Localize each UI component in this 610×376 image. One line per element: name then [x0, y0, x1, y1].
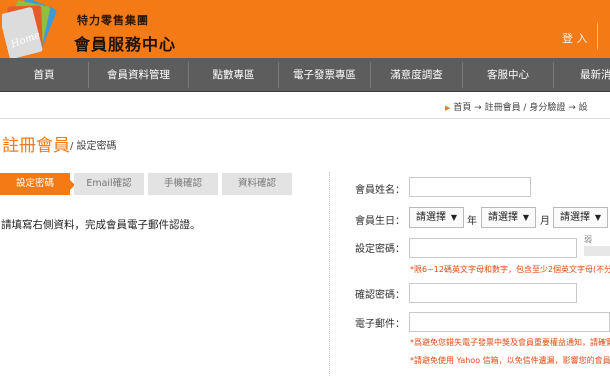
page-subtitle: / 設定密碼 — [70, 141, 117, 152]
birth-month-select[interactable]: 請選擇 ▼ — [481, 207, 536, 228]
password-label: 設定密碼： — [355, 244, 405, 255]
password-strength-label: 弱 — [584, 235, 592, 244]
confirm-password-input[interactable] — [409, 283, 577, 303]
nav-item-survey[interactable]: 滿意度調查 — [371, 58, 462, 92]
member-cards-logo[interactable]: Home — [2, 0, 68, 58]
email-hint-yahoo: *請避免使用 Yahoo 信箱，以免信件遺漏，影響您的會員權 — [410, 356, 610, 365]
birth-day-select[interactable]: 請選擇 ▼ — [553, 207, 608, 228]
nav-item-news[interactable]: 最新消 — [554, 58, 610, 92]
site-header: Home 特力零售集團 會員服務中心 登 入 — [0, 0, 610, 58]
step-phone-confirm: 手機確認 — [148, 173, 218, 195]
birthday-label: 會員生日： — [355, 216, 405, 227]
birth-day-value: 請選擇 — [560, 212, 590, 223]
page-title: 註冊會員 — [2, 136, 70, 156]
chevron-down-icon: ▼ — [450, 213, 457, 222]
birth-month-value: 請選擇 — [488, 212, 518, 223]
nav-item-home[interactable]: 首頁 — [0, 58, 88, 92]
name-input[interactable] — [409, 177, 531, 197]
header-divider — [597, 22, 598, 50]
password-input[interactable] — [409, 238, 577, 258]
name-label: 會員姓名： — [355, 185, 405, 196]
login-link[interactable]: 登 入 — [562, 30, 588, 46]
email-hint-notify: *爲避免您錯失電子發票中獎及會員重要權益通知，請確實 — [410, 338, 610, 347]
birth-year-select[interactable]: 請選擇 ▼ — [409, 207, 464, 228]
nav-item-points[interactable]: 點數專區 — [189, 58, 278, 92]
breadcrumb-separator: → — [568, 103, 579, 113]
nav-item-einvoice[interactable]: 電子發票專區 — [279, 58, 370, 92]
month-unit: 月 — [540, 216, 550, 227]
breadcrumb-home[interactable]: 首頁 — [453, 103, 471, 113]
email-input[interactable] — [409, 312, 610, 332]
column-divider — [329, 172, 330, 376]
year-unit: 年 — [467, 216, 477, 227]
chevron-down-icon: ▼ — [522, 213, 529, 222]
breadcrumb-current: 設 — [578, 103, 588, 113]
breadcrumb: ▶ 首頁 → 註冊會員 / 身分驗證 → 設 — [445, 100, 588, 113]
breadcrumb-divider — [0, 118, 610, 119]
step-set-password: 設定密碼 — [0, 173, 70, 195]
birth-year-value: 請選擇 — [416, 212, 446, 223]
chevron-down-icon: ▼ — [594, 213, 601, 222]
step-email-confirm: Email確認 — [74, 173, 144, 195]
breadcrumb-arrow-icon: ▶ — [445, 104, 451, 112]
password-hint: *限6~12碼英文字母和數字，包含至少2個英文字母(不分大小 — [410, 265, 610, 274]
instruction-text: 請填寫右側資料，完成會員電子郵件認證。 — [1, 219, 201, 231]
main-nav: 首頁 會員資料管理 點數專區 電子發票專區 滿意度調查 客服中心 最新消 — [0, 58, 610, 92]
breadcrumb-separator: → — [474, 103, 485, 113]
brand-title[interactable]: 會員服務中心 — [74, 31, 176, 55]
brand-subtitle: 特力零售集團 — [77, 14, 149, 27]
breadcrumb-register[interactable]: 註冊會員 / 身分驗證 — [485, 103, 566, 113]
email-label: 電子郵件： — [355, 319, 405, 330]
confirm-password-label: 確認密碼： — [355, 290, 405, 301]
password-strength-bar — [584, 246, 610, 256]
step-data-confirm: 資料確認 — [222, 173, 292, 195]
nav-item-service[interactable]: 客服中心 — [463, 58, 553, 92]
nav-item-member-data[interactable]: 會員資料管理 — [89, 58, 188, 92]
